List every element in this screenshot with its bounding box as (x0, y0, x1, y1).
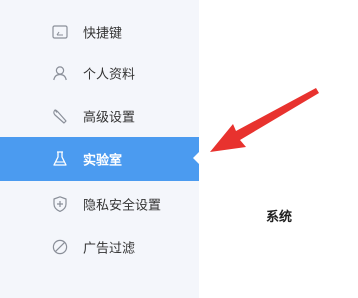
annotation-arrow-icon (210, 88, 319, 152)
